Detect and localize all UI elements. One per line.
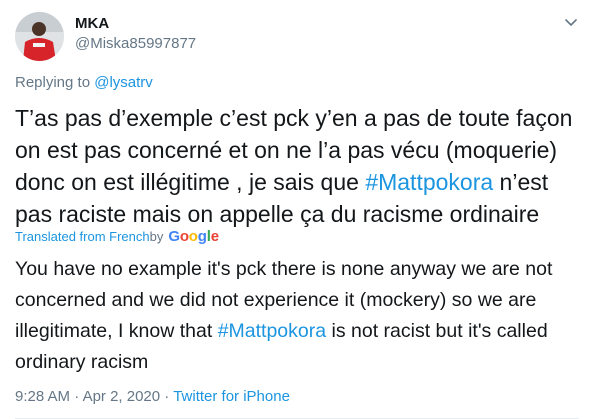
replying-prefix: Replying to: [15, 74, 95, 91]
translated-text: You have no example it's pck there is no…: [15, 254, 590, 378]
tweet-menu-button[interactable]: [562, 14, 580, 32]
hashtag-link[interactable]: #Mattpokora: [365, 169, 493, 195]
google-logo: Google: [168, 228, 219, 245]
translated-by: by: [149, 229, 164, 244]
tweet-source-link[interactable]: Twitter for iPhone: [173, 388, 290, 405]
tweet-date[interactable]: Apr 2, 2020: [83, 388, 161, 405]
avatar-image: [15, 12, 64, 61]
tweet-meta: 9:28 AM · Apr 2, 2020 · Twitter for iPho…: [15, 387, 290, 407]
chevron-down-icon: [565, 19, 577, 26]
translation-attribution: Translated from French by Google: [15, 228, 219, 246]
tweet-text: T’as pas d’exemple c’est pck y’en a pas …: [15, 102, 590, 230]
translation-hashtag-link[interactable]: #Mattpokora: [218, 320, 326, 342]
tweet-time[interactable]: 9:28 AM: [15, 388, 70, 405]
replying-mention-link[interactable]: @lysatrv: [94, 74, 153, 91]
meta-separator-2: ·: [160, 388, 174, 405]
replying-to: Replying to @lysatrv: [15, 73, 153, 93]
author-name[interactable]: MKA: [75, 14, 196, 34]
translated-from-link[interactable]: Translated from French: [15, 228, 150, 246]
avatar[interactable]: [15, 12, 64, 61]
author-handle[interactable]: @Miska85997877: [75, 34, 196, 54]
author-block[interactable]: MKA @Miska85997877: [75, 14, 196, 54]
meta-separator-1: ·: [70, 388, 83, 405]
